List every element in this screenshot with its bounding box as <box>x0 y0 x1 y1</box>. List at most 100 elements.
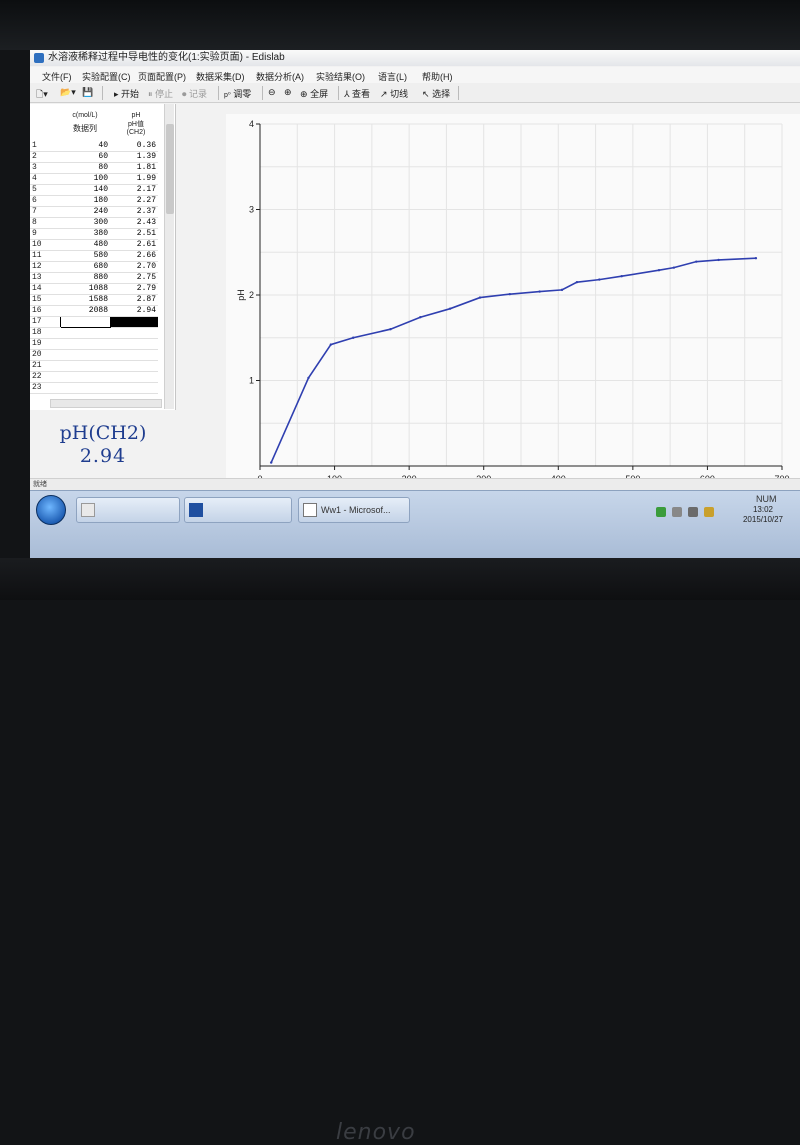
menu-page-config[interactable]: 页面配置(P) <box>138 70 186 83</box>
cell-c[interactable]: 1588 <box>60 294 110 306</box>
table-row[interactable]: 6 180 2.27 <box>30 195 158 207</box>
cell-ph[interactable]: 2.37 <box>110 206 158 218</box>
cell-c[interactable] <box>60 338 110 350</box>
power-icon[interactable] <box>704 507 714 517</box>
start-menu-button[interactable] <box>36 495 66 525</box>
cell-c[interactable]: 80 <box>60 162 110 174</box>
table-row[interactable]: 11 580 2.66 <box>30 250 158 262</box>
cell-ph[interactable] <box>110 349 158 361</box>
cell-ph[interactable]: 2.61 <box>110 239 158 251</box>
select-button[interactable]: ↖ 选择 <box>422 87 450 100</box>
open-folder-icon[interactable]: 📂▾ <box>60 87 76 98</box>
data-point[interactable] <box>329 343 333 346</box>
table-row[interactable]: 9 380 2.51 <box>30 228 158 240</box>
start-button[interactable]: ▸ 开始 <box>114 87 139 100</box>
cell-ph[interactable]: 2.79 <box>110 283 158 295</box>
data-point[interactable] <box>672 266 676 269</box>
cell-c[interactable]: 40 <box>60 140 110 152</box>
cell-c[interactable]: 300 <box>60 217 110 229</box>
cell-ph[interactable]: 1.39 <box>110 151 158 163</box>
data-point[interactable] <box>754 257 758 260</box>
cell-c[interactable]: 880 <box>60 272 110 284</box>
fullscreen-button[interactable]: ⊕ 全屏 <box>300 87 328 100</box>
cell-c[interactable]: 140 <box>60 184 110 196</box>
volume-icon[interactable] <box>688 507 698 517</box>
data-point[interactable] <box>560 288 564 292</box>
cell-c[interactable]: 380 <box>60 228 110 240</box>
table-row[interactable]: 16 2088 2.94 <box>30 305 158 317</box>
cell-c[interactable]: 60 <box>60 151 110 163</box>
cell-ph[interactable]: 2.17 <box>110 184 158 196</box>
cell-ph[interactable]: 2.51 <box>110 228 158 240</box>
cell-c[interactable]: 2088 <box>60 305 110 317</box>
cell-ph[interactable]: 2.43 <box>110 217 158 229</box>
cell-ph[interactable] <box>110 327 158 339</box>
record-button[interactable]: ⏺ 记录 <box>182 87 207 100</box>
series-line-ph[interactable] <box>270 257 756 463</box>
table-row[interactable]: 13 880 2.75 <box>30 272 158 284</box>
menu-help[interactable]: 帮助(H) <box>422 70 453 83</box>
table-row[interactable]: 2 60 1.39 <box>30 151 158 163</box>
data-point[interactable] <box>620 274 623 278</box>
table-row[interactable]: 22 <box>30 371 158 383</box>
cell-c[interactable] <box>60 327 110 339</box>
data-point[interactable] <box>389 328 392 331</box>
table-row[interactable]: 3 80 1.81 <box>30 162 158 174</box>
cell-c[interactable]: 100 <box>60 173 110 185</box>
table-row[interactable]: 21 <box>30 360 158 372</box>
save-icon[interactable]: 💾 <box>82 87 93 98</box>
new-file-icon[interactable]: 🗋▾ <box>36 87 48 103</box>
table-row[interactable]: 20 <box>30 349 158 361</box>
cell-c[interactable] <box>60 382 110 394</box>
table-row[interactable]: 23 <box>30 382 158 394</box>
menu-data-acquisition[interactable]: 数据采集(D) <box>196 70 245 83</box>
taskbar-item-word[interactable]: Ww1 - Microsof... <box>298 497 410 523</box>
menu-data-analysis[interactable]: 数据分析(A) <box>256 70 304 83</box>
tangent-button[interactable]: ↗ 切线 <box>380 87 408 100</box>
table-row[interactable]: 7 240 2.37 <box>30 206 158 218</box>
table-horizontal-scrollbar[interactable] <box>50 399 162 408</box>
data-point[interactable] <box>307 376 310 380</box>
menu-experiment-results[interactable]: 实验结果(O) <box>316 70 365 83</box>
table-row[interactable]: 4 100 1.99 <box>30 173 158 185</box>
cell-ph[interactable] <box>110 316 158 328</box>
cell-c[interactable]: 1088 <box>60 283 110 295</box>
table-row[interactable]: 5 140 2.17 <box>30 184 158 196</box>
menu-language[interactable]: 语言(L) <box>378 70 407 83</box>
table-row[interactable]: 14 1088 2.79 <box>30 283 158 295</box>
menu-file[interactable]: 文件(F) <box>42 70 72 83</box>
cell-c[interactable] <box>60 360 110 372</box>
cell-ph[interactable] <box>110 371 158 383</box>
table-row[interactable]: 19 <box>30 338 158 350</box>
data-point[interactable] <box>717 258 720 262</box>
data-point[interactable] <box>695 260 698 263</box>
table-vertical-scrollbar[interactable] <box>164 104 174 409</box>
cell-ph[interactable]: 2.75 <box>110 272 158 284</box>
zero-button[interactable]: p⁰ 调零 <box>224 87 251 100</box>
stop-button[interactable]: ⏸ 停止 <box>148 87 173 100</box>
cell-ph[interactable] <box>110 360 158 372</box>
clock[interactable]: 13:02 2015/10/27 <box>730 505 796 525</box>
cell-ph[interactable]: 2.94 <box>110 305 158 317</box>
cell-c[interactable]: 480 <box>60 239 110 251</box>
cell-ph[interactable]: 2.70 <box>110 261 158 273</box>
data-point[interactable] <box>269 461 273 464</box>
data-point[interactable] <box>478 296 482 299</box>
table-row[interactable]: 18 <box>30 327 158 339</box>
data-point[interactable] <box>575 280 579 284</box>
cell-ph[interactable] <box>110 338 158 350</box>
cell-ph[interactable]: 2.27 <box>110 195 158 207</box>
taskbar-item-edislab[interactable] <box>184 497 292 523</box>
cell-c[interactable] <box>60 371 110 383</box>
network-icon[interactable] <box>656 507 666 517</box>
cell-ph[interactable]: 1.81 <box>110 162 158 174</box>
data-point[interactable] <box>352 336 355 339</box>
sound-icon[interactable] <box>672 507 682 517</box>
zoom-out-icon[interactable]: ⊖ <box>268 87 276 98</box>
menu-experiment-config[interactable]: 实验配置(C) <box>82 70 131 83</box>
cell-c[interactable]: 180 <box>60 195 110 207</box>
table-row[interactable]: 17 <box>30 315 158 328</box>
cell-ph[interactable]: 0.36 <box>110 140 158 152</box>
cell-ph[interactable] <box>110 382 158 394</box>
table-row[interactable]: 1 40 0.36 <box>30 140 158 152</box>
